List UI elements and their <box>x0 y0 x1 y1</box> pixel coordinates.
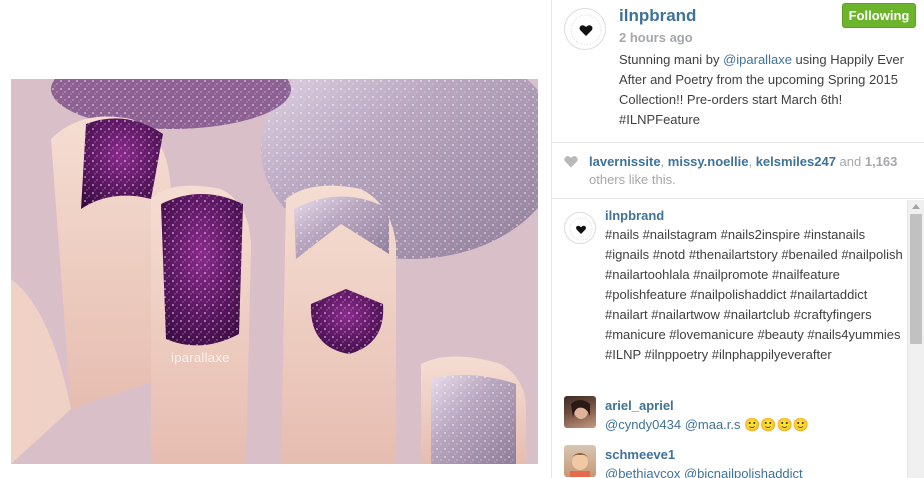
heart-logo-icon <box>569 217 593 241</box>
comment-username[interactable]: ariel_apriel <box>605 398 674 413</box>
likes-text: lavernissite, missy.noellie, kelsmiles24… <box>589 153 919 189</box>
caption-text: Stunning mani by <box>619 52 724 67</box>
commenter-avatar[interactable] <box>564 445 596 477</box>
heart-logo-icon <box>570 14 602 46</box>
comment-text[interactable]: @bethjaycox @bjcnailpolishaddict <box>605 464 905 478</box>
owner-avatar[interactable] <box>564 8 606 50</box>
likes-and: and <box>835 154 865 169</box>
likes-count[interactable]: 1,163 <box>865 154 898 169</box>
liker-3[interactable]: kelsmiles247 <box>756 154 836 169</box>
post-sidebar: ilnpbrand 2 hours ago Following Stunning… <box>551 0 924 478</box>
likes-sep-2: , <box>748 154 756 169</box>
commenter-avatar[interactable] <box>564 396 596 428</box>
comment-item: ariel_apriel @cyndy0434 @maa.r.s 🙂🙂🙂🙂 <box>552 396 907 446</box>
following-button[interactable]: Following <box>842 3 916 28</box>
comment-username[interactable]: schmeeve1 <box>605 447 675 462</box>
owner-username[interactable]: ilnpbrand <box>619 6 696 26</box>
post-timestamp[interactable]: 2 hours ago <box>619 30 693 45</box>
comment-item: ilnpbrand #nails #nailstagram #nails2ins… <box>552 206 907 391</box>
likes-sep-1: , <box>660 154 668 169</box>
photo-pane: iparallaxe <box>0 0 551 478</box>
liker-1[interactable]: lavernissite <box>589 154 661 169</box>
comment-text[interactable]: @cyndy0434 @maa.r.s 🙂🙂🙂🙂 <box>605 415 905 435</box>
scrollbar-thumb[interactable] <box>910 214 922 344</box>
caption-mention[interactable]: @iparallaxe <box>723 52 792 67</box>
like-heart-icon[interactable] <box>564 155 578 168</box>
post-photo[interactable]: iparallaxe <box>11 79 538 464</box>
scroll-up-arrow-icon[interactable] <box>912 204 920 209</box>
post-header: ilnpbrand 2 hours ago Following Stunning… <box>552 0 924 143</box>
comment-username[interactable]: ilnpbrand <box>605 208 664 223</box>
liker-2[interactable]: missy.noellie <box>668 154 749 169</box>
post-caption: Stunning mani by @iparallaxe using Happi… <box>619 50 919 130</box>
commenter-avatar[interactable] <box>564 212 596 244</box>
likes-section: lavernissite, missy.noellie, kelsmiles24… <box>552 144 924 199</box>
likes-suffix: others like this. <box>589 172 676 187</box>
comments-list[interactable]: ilnpbrand #nails #nailstagram #nails2ins… <box>552 200 924 478</box>
user-photo-icon <box>570 453 590 477</box>
comment-text: #nails #nailstagram #nails2inspire #inst… <box>605 227 903 362</box>
nail-photo-illustration <box>11 79 538 464</box>
user-photo-icon <box>571 400 590 419</box>
comments-scrollbar[interactable] <box>907 200 924 478</box>
photo-watermark: iparallaxe <box>171 350 230 365</box>
comment-item: schmeeve1 @bethjaycox @bjcnailpolishaddi… <box>552 445 907 478</box>
